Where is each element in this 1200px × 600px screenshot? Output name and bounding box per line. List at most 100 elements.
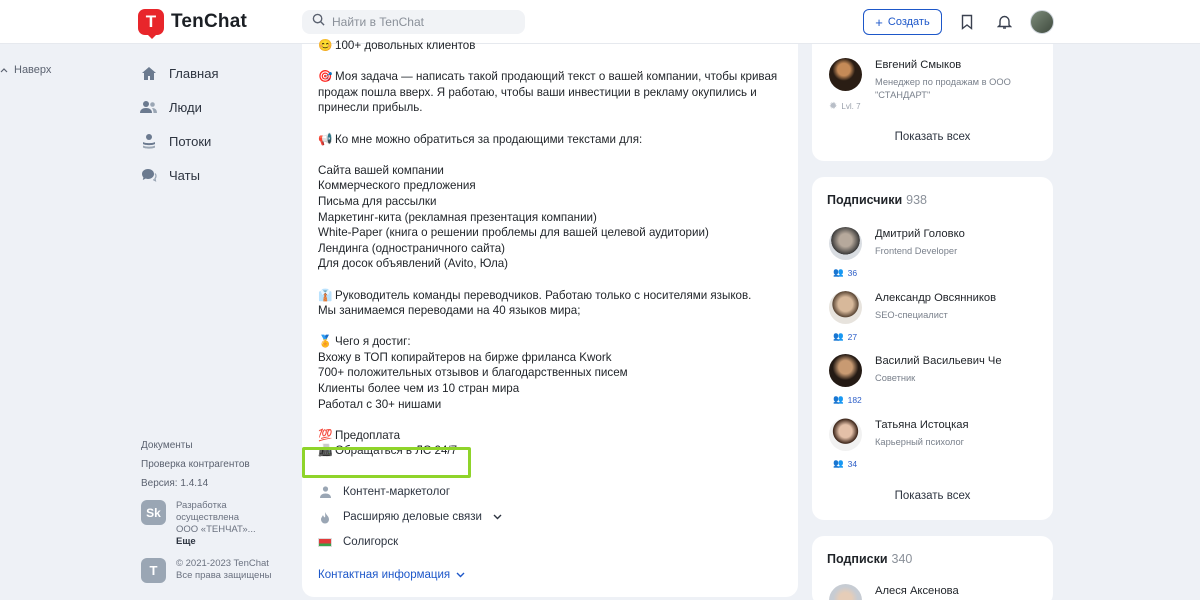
emoji-icon: 🏅	[318, 335, 333, 349]
nav-label: Потоки	[169, 133, 212, 149]
nav-item-chats[interactable]: Чаты	[140, 158, 218, 192]
bell-icon[interactable]	[995, 13, 1013, 31]
subscribers-title-text: Подписчики	[827, 193, 903, 207]
post-line-text: 700+ положительных отзывов и благодарств…	[318, 366, 628, 380]
post-line-text: Письма для рассылки	[318, 194, 437, 208]
person-name: Евгений Смыков	[875, 59, 962, 71]
avatar	[829, 354, 862, 387]
people-icon: 👥	[833, 267, 844, 277]
post-line: Клиенты более чем из 10 стран мира	[318, 381, 778, 397]
person-name: Татьяна Истоцкая	[875, 419, 969, 431]
copyright-block: T © 2021-2023 TenChat Все права защищены	[141, 558, 271, 583]
person-name: Алеся Аксенова	[875, 585, 959, 597]
documents-link[interactable]: Документы	[141, 436, 250, 455]
highlight-box	[302, 447, 471, 478]
goal-text: Расширяю деловые связи	[343, 511, 482, 523]
person-name: Василий Васильевич Че	[875, 355, 1002, 367]
bookmark-icon[interactable]	[958, 13, 976, 31]
post-line-text: Клиенты более чем из 10 стран мира	[318, 382, 520, 396]
dev-line: Разработка	[176, 500, 227, 511]
avatar	[829, 291, 862, 324]
profession-text: Контент-маркетолог	[343, 486, 451, 498]
post-line-text: White-Paper (книга о решении проблемы дл…	[318, 226, 709, 240]
post-line: White-Paper (книга о решении проблемы дл…	[318, 225, 778, 241]
post-line: 🏅 Чего я достиг:	[318, 334, 778, 350]
post-line: Письма для рассылки	[318, 194, 778, 210]
subscribers-title: Подписчики 938	[827, 193, 927, 207]
gear-icon: ✹	[829, 101, 838, 112]
count-value: 182	[847, 394, 862, 405]
post-line: 💯 Предоплата	[318, 428, 778, 444]
post-line	[318, 147, 778, 163]
goal-row[interactable]: Расширяю деловые связи	[318, 510, 502, 524]
person-role: Карьерный психолог	[875, 437, 965, 447]
post-line-text: продаж пошла вверх. Я работаю, чтобы ваш…	[318, 85, 757, 99]
post-line-text: Для досок объявлений (Avito, Юла)	[318, 257, 509, 271]
tenchat-small-logo: T	[141, 558, 166, 583]
tenchat-logo[interactable]: T TenChat	[138, 9, 247, 39]
post-line: Маркетинг-кита (рекламная презентация ко…	[318, 210, 778, 226]
subscribers-card: Подписчики 938 Дмитрий Головко Frontend D…	[812, 177, 1053, 520]
back-to-top-label: Наверх	[14, 64, 52, 76]
post-line	[318, 412, 778, 428]
followers-count: 👥 36	[833, 267, 857, 278]
check-partners-link[interactable]: Проверка контрагентов	[141, 455, 250, 474]
subscriptions-count: 340	[891, 552, 913, 566]
level-label: Lvl. 7	[841, 102, 861, 111]
contact-info-link[interactable]: Контактная информация	[318, 569, 465, 581]
nav-item-people[interactable]: Люди	[140, 90, 218, 124]
post-line: Сайта вашей компании	[318, 163, 778, 179]
flame-icon	[318, 510, 332, 524]
dev-line: ООО «ТЕНЧАТ»...	[176, 524, 256, 535]
tenchat-logo-icon: T	[138, 9, 164, 39]
user-avatar[interactable]	[1030, 10, 1054, 34]
plus-icon: +	[875, 14, 883, 30]
city-row: Солигорск	[318, 535, 398, 549]
post-line-text: Ко мне можно обратиться за продающими те…	[335, 132, 643, 146]
show-all-button[interactable]: Показать всех	[812, 131, 1053, 143]
post-line: 👔 Руководитель команды переводчиков. Рабо…	[318, 288, 778, 304]
avatar	[829, 418, 862, 451]
post-line	[318, 319, 778, 335]
post-line-text: Сайта вашей компании	[318, 163, 444, 177]
show-all-button[interactable]: Показать всех	[812, 490, 1053, 502]
dev-more-link[interactable]: Еще	[176, 536, 256, 548]
post-line: 🎯 Моя задача — написать такой продающий т…	[318, 69, 778, 85]
post-line-text: Коммерческого предложения	[318, 179, 476, 193]
post-line-text: Чего я достиг:	[335, 335, 411, 349]
post-line-text: Моя задача — написать такой продающий те…	[335, 70, 778, 84]
person-role: SEO-специалист	[875, 310, 948, 320]
back-to-top-button[interactable]: Наверх	[0, 64, 51, 76]
nav-label: Чаты	[169, 167, 200, 183]
avatar	[829, 58, 862, 91]
count-value: 36	[847, 267, 858, 278]
post-line-text: принесли прибыль.	[318, 101, 423, 115]
avatar	[829, 584, 862, 600]
post-line-text: Руководитель команды переводчиков. Работ…	[335, 288, 752, 302]
post-line	[318, 272, 778, 288]
profession-row: Контент-маркетолог	[318, 485, 450, 499]
nav-item-home[interactable]: Главная	[140, 56, 218, 90]
post-line-text: Мы занимаемся переводами на 40 языков ми…	[318, 304, 581, 318]
contact-info-label: Контактная информация	[318, 569, 451, 581]
copyright-line: Все права защищены	[176, 570, 272, 581]
emoji-icon: 📢	[318, 132, 333, 146]
subscriptions-title: Подписки 340	[827, 552, 912, 566]
person-name: Александр Овсянников	[875, 292, 997, 304]
person-name: Дмитрий Головко	[875, 228, 965, 240]
person-role: Менеджер по продажам в ООО "СТАНДАРТ"	[875, 77, 1011, 100]
city-text: Солигорск	[343, 536, 399, 548]
post-line: Лендинга (одностраничного сайта)	[318, 241, 778, 257]
person-icon	[318, 485, 332, 499]
count-value: 27	[847, 331, 858, 342]
search-box[interactable]	[302, 10, 525, 34]
subscribers-count: 938	[906, 193, 927, 207]
post-line-text: Вхожу в ТОП копирайтеров на бирже фрилан…	[318, 350, 612, 364]
nav-item-streams[interactable]: Потоки	[140, 124, 218, 158]
search-input[interactable]	[332, 15, 512, 29]
create-button[interactable]: + Создать	[863, 9, 942, 35]
people-icon: 👥	[833, 458, 844, 468]
post-line: Работал с 30+ нишами	[318, 397, 778, 413]
main-nav: Главная Люди Потоки Чаты	[140, 56, 218, 192]
post-line-text: Лендинга (одностраничного сайта)	[318, 241, 506, 255]
